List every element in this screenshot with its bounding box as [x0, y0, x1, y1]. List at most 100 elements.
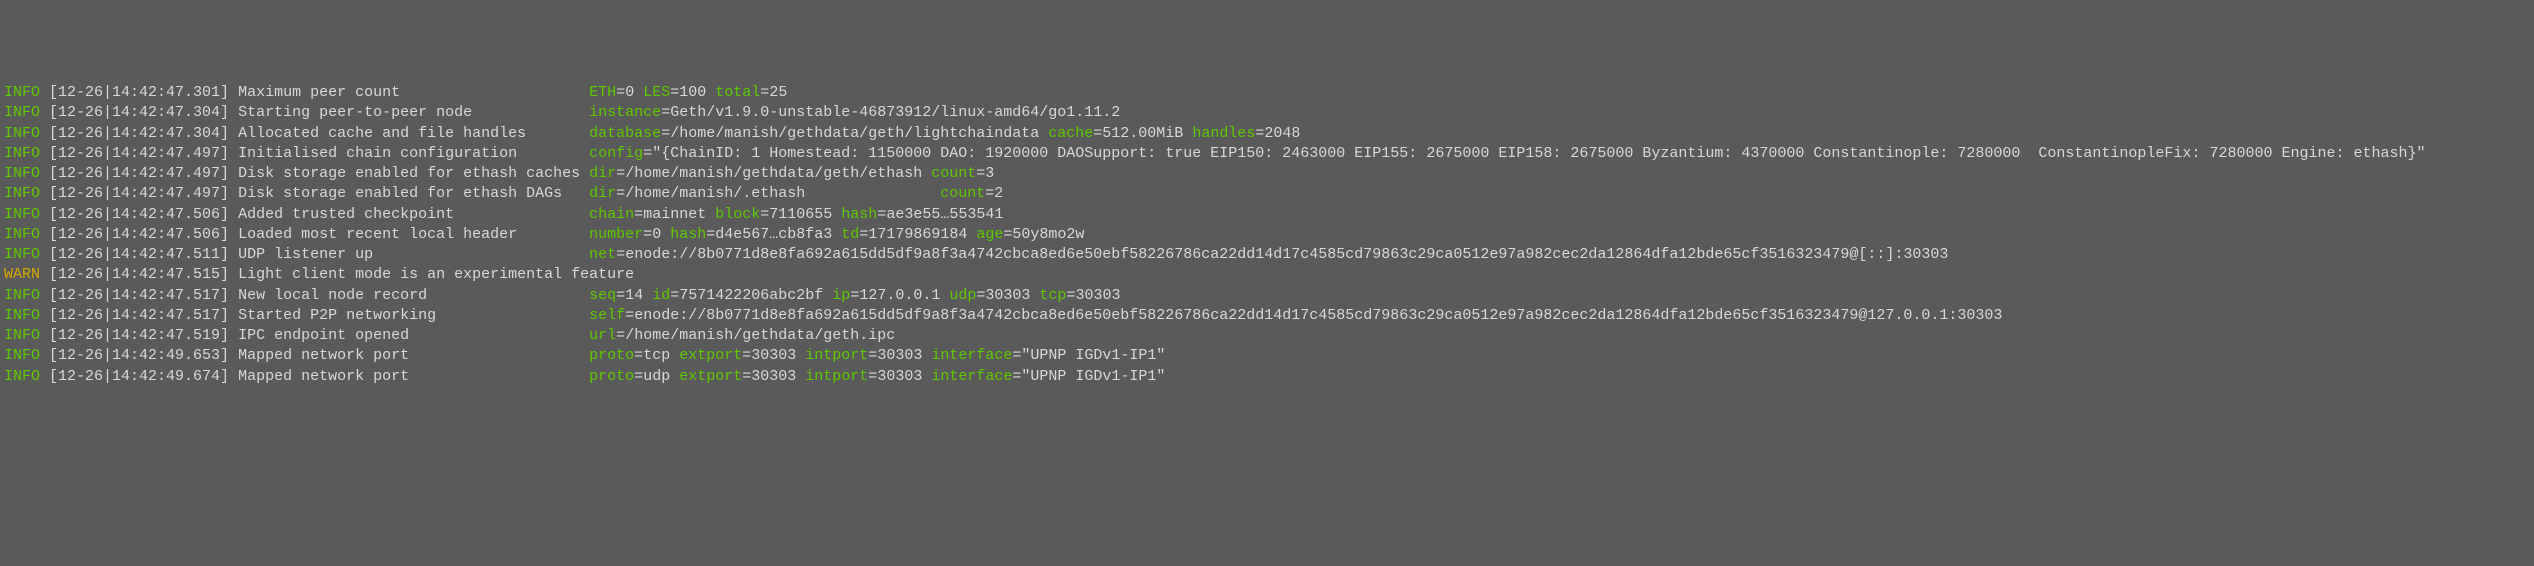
log-message: Started P2P networking [238, 307, 580, 324]
log-kv-equals: = [634, 206, 643, 223]
log-kv-value: enode://8b0771d8e8fa692a615dd5df9a8f3a47… [625, 246, 1948, 263]
log-line: INFO [12-26|14:42:47.497] Disk storage e… [4, 164, 2530, 184]
log-kv-key: hash [670, 226, 706, 243]
log-timestamp: [12-26|14:42:47.497] [49, 145, 229, 162]
log-kv-equals: = [661, 125, 670, 142]
log-level: INFO [4, 347, 40, 364]
log-kv-value: 127.0.0.1 [859, 287, 940, 304]
log-message: Starting peer-to-peer node [238, 104, 580, 121]
log-kv-equals: = [616, 287, 625, 304]
log-kv-value: 0 [652, 226, 661, 243]
log-line: INFO [12-26|14:42:47.304] Allocated cach… [4, 124, 2530, 144]
log-kv-equals: = [742, 368, 751, 385]
log-level: INFO [4, 287, 40, 304]
log-timestamp: [12-26|14:42:47.517] [49, 307, 229, 324]
log-kv-key: proto [589, 368, 634, 385]
log-kv-value: 2 [994, 185, 1003, 202]
log-line: INFO [12-26|14:42:47.511] UDP listener u… [4, 245, 2530, 265]
log-kv-value: /home/manish/gethdata/geth/ethash [625, 165, 922, 182]
log-kv-value: udp [643, 368, 670, 385]
log-kv-key: extport [679, 368, 742, 385]
log-message: Initialised chain configuration [238, 145, 580, 162]
log-kv-key: intport [805, 347, 868, 364]
log-kv-equals: = [643, 226, 652, 243]
log-timestamp: [12-26|14:42:47.517] [49, 287, 229, 304]
log-timestamp: [12-26|14:42:47.519] [49, 327, 229, 344]
log-kv-equals: = [616, 246, 625, 263]
log-kv-key: hash [841, 206, 877, 223]
log-kv-key: ip [832, 287, 850, 304]
log-line: INFO [12-26|14:42:47.304] Starting peer-… [4, 103, 2530, 123]
log-kv-value: mainnet [643, 206, 706, 223]
log-line: INFO [12-26|14:42:47.517] New local node… [4, 286, 2530, 306]
log-kv-value: d4e567…cb8fa3 [715, 226, 832, 243]
log-message: Mapped network port [238, 368, 580, 385]
log-timestamp: [12-26|14:42:49.674] [49, 368, 229, 385]
log-kv-key: count [931, 165, 976, 182]
log-level: INFO [4, 327, 40, 344]
log-kv-value: ae3e55…553541 [886, 206, 1003, 223]
log-kv-key: seq [589, 287, 616, 304]
log-kv-equals: = [643, 145, 652, 162]
log-kv-value: 30303 [751, 368, 796, 385]
log-kv-value: /home/manish/.ethash [625, 185, 931, 202]
log-kv-equals: = [742, 347, 751, 364]
log-level: INFO [4, 307, 40, 324]
log-kv-equals: = [976, 165, 985, 182]
log-kv-value: "{ChainID: 1 Homestead: 1150000 DAO: 192… [652, 145, 2425, 162]
log-level: INFO [4, 368, 40, 385]
log-level: INFO [4, 145, 40, 162]
log-kv-key: id [652, 287, 670, 304]
log-kv-key: extport [679, 347, 742, 364]
log-kv-equals: = [616, 185, 625, 202]
log-kv-value: "UPNP IGDv1-IP1" [1021, 347, 1165, 364]
log-level: INFO [4, 206, 40, 223]
log-message: IPC endpoint opened [238, 327, 580, 344]
log-kv-equals: = [985, 185, 994, 202]
log-timestamp: [12-26|14:42:49.653] [49, 347, 229, 364]
log-kv-value: 3 [985, 165, 994, 182]
log-line: INFO [12-26|14:42:47.519] IPC endpoint o… [4, 326, 2530, 346]
log-message: Light client mode is an experimental fea… [238, 266, 634, 283]
log-kv-equals: = [760, 84, 769, 101]
log-kv-equals: = [1255, 125, 1264, 142]
log-kv-value: tcp [643, 347, 670, 364]
log-message: UDP listener up [238, 246, 580, 263]
log-level: INFO [4, 104, 40, 121]
log-kv-value: /home/manish/gethdata/geth/lightchaindat… [670, 125, 1039, 142]
log-kv-key: ETH [589, 84, 616, 101]
log-kv-value: 7571422206abc2bf [679, 287, 823, 304]
log-level: INFO [4, 185, 40, 202]
log-kv-equals: = [661, 104, 670, 121]
log-timestamp: [12-26|14:42:47.304] [49, 104, 229, 121]
log-kv-value: 50y8mo2w [1012, 226, 1084, 243]
log-kv-value: 0 [625, 84, 634, 101]
log-timestamp: [12-26|14:42:47.497] [49, 185, 229, 202]
log-level: INFO [4, 84, 40, 101]
log-kv-equals: = [634, 347, 643, 364]
log-timestamp: [12-26|14:42:47.304] [49, 125, 229, 142]
log-kv-value: 30303 [877, 368, 922, 385]
log-kv-key: LES [643, 84, 670, 101]
log-kv-key: interface [931, 347, 1012, 364]
log-kv-value: 25 [769, 84, 787, 101]
log-kv-key: net [589, 246, 616, 263]
log-timestamp: [12-26|14:42:47.506] [49, 226, 229, 243]
log-kv-value: "UPNP IGDv1-IP1" [1021, 368, 1165, 385]
log-kv-key: handles [1192, 125, 1255, 142]
log-kv-value: 30303 [877, 347, 922, 364]
log-level: INFO [4, 226, 40, 243]
log-line: INFO [12-26|14:42:47.497] Disk storage e… [4, 184, 2530, 204]
log-level: INFO [4, 125, 40, 142]
log-timestamp: [12-26|14:42:47.497] [49, 165, 229, 182]
log-line: INFO [12-26|14:42:47.301] Maximum peer c… [4, 83, 2530, 103]
terminal-output: INFO [12-26|14:42:47.301] Maximum peer c… [4, 83, 2530, 387]
log-kv-value: /home/manish/gethdata/geth.ipc [625, 327, 895, 344]
log-kv-key: total [715, 84, 760, 101]
log-kv-equals: = [616, 165, 625, 182]
log-line: INFO [12-26|14:42:47.506] Loaded most re… [4, 225, 2530, 245]
log-kv-key: interface [931, 368, 1012, 385]
log-kv-key: url [589, 327, 616, 344]
log-kv-key: database [589, 125, 661, 142]
log-kv-equals: = [616, 84, 625, 101]
